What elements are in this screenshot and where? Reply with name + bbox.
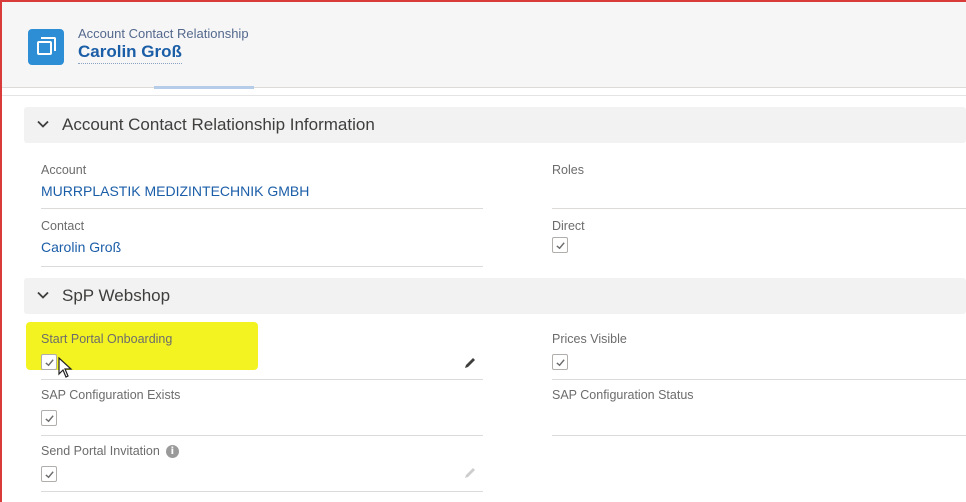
field-start-portal-onboarding: Start Portal Onboarding — [41, 332, 483, 380]
field-sap-configuration-status: SAP Configuration Status — [552, 388, 966, 436]
info-icon[interactable]: i — [165, 444, 179, 458]
field-label: Roles — [552, 163, 584, 177]
section-header-acr-information[interactable]: Account Contact Relationship Information — [24, 107, 966, 143]
field-label: SAP Configuration Exists — [41, 388, 181, 402]
section-title: Account Contact Relationship Information — [62, 115, 375, 134]
section-title: SpP Webshop — [62, 286, 171, 305]
record-name[interactable]: Carolin Groß — [78, 42, 182, 64]
checkmark-icon — [45, 415, 54, 423]
field-roles: Roles — [552, 163, 966, 209]
field-prices-visible: Prices Visible — [552, 332, 966, 380]
start-portal-onboarding-checkbox[interactable] — [41, 354, 57, 370]
field-account: Account MURRPLASTIK MEDIZINTECHNIK GMBH — [41, 163, 483, 209]
checkmark-icon — [45, 359, 54, 367]
field-label: Contact — [41, 219, 85, 233]
account-link[interactable]: MURRPLASTIK MEDIZINTECHNIK GMBH — [41, 183, 483, 203]
field-send-portal-invitation: Send Portal Invitation i — [41, 444, 483, 492]
checkmark-icon — [45, 471, 54, 479]
field-direct: Direct — [552, 219, 966, 267]
checkmark-icon — [556, 359, 565, 367]
field-value — [552, 408, 966, 428]
field-label: SAP Configuration Status — [552, 388, 694, 402]
divider — [2, 95, 966, 96]
edit-pencil-icon[interactable] — [463, 466, 477, 480]
direct-checkbox — [552, 237, 568, 253]
checkmark-icon — [556, 242, 565, 250]
field-sap-configuration-exists: SAP Configuration Exists — [41, 388, 483, 436]
edit-pencil-icon[interactable] — [463, 356, 477, 370]
account-contact-relationship-icon — [28, 29, 64, 65]
field-contact: Contact Carolin Groß — [41, 219, 483, 267]
section-header-spp-webshop[interactable]: SpP Webshop — [24, 278, 966, 314]
sap-configuration-exists-checkbox — [41, 410, 57, 426]
field-label: Direct — [552, 219, 585, 233]
chevron-down-icon — [37, 117, 49, 128]
send-portal-invitation-checkbox — [41, 466, 57, 482]
mouse-cursor-icon — [58, 356, 74, 379]
field-label: Send Portal Invitation — [41, 444, 160, 458]
active-tab-indicator — [154, 86, 254, 89]
field-label: Account — [41, 163, 87, 177]
field-label: Prices Visible — [552, 332, 627, 346]
record-header: Account Contact Relationship Carolin Gro… — [2, 2, 966, 88]
object-type-label: Account Contact Relationship — [78, 26, 249, 41]
field-value — [552, 183, 966, 203]
contact-link[interactable]: Carolin Groß — [41, 239, 483, 259]
field-label: Start Portal Onboarding — [41, 332, 173, 346]
chevron-down-icon — [37, 288, 49, 299]
prices-visible-checkbox — [552, 354, 568, 370]
